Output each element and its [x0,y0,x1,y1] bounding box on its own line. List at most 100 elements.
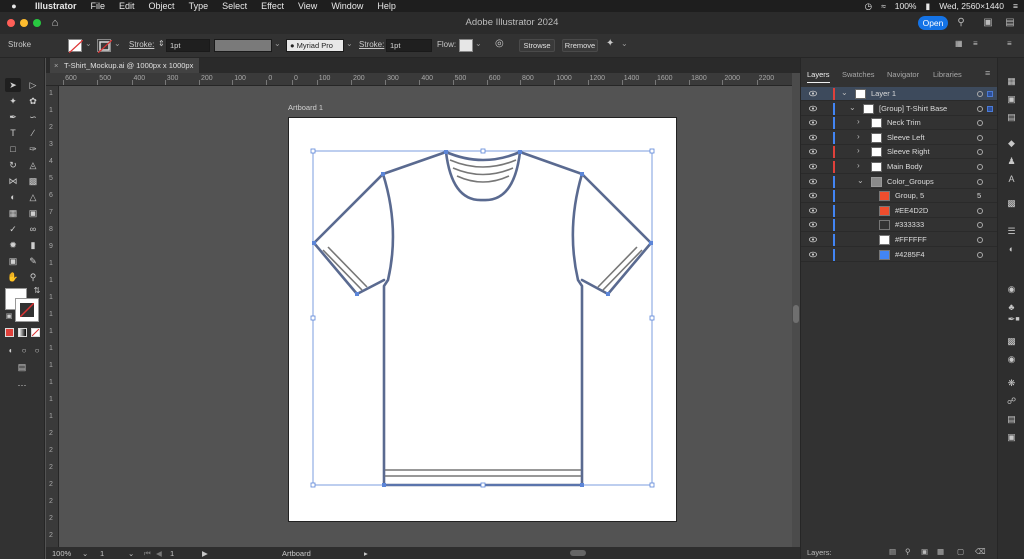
lasso-icon[interactable]: ✿ [25,94,41,108]
menu-file[interactable]: File [84,1,113,11]
prev-artboard-icon[interactable]: ◀ [156,549,162,558]
menu-object[interactable]: Object [142,1,182,11]
visibility-eye-icon[interactable] [809,178,817,185]
fill-swatch[interactable] [68,39,83,53]
menu-effect[interactable]: Effect [254,1,291,11]
menu-help[interactable]: Help [370,1,403,11]
puppet-warp-icon[interactable]: ✦ [606,38,614,49]
curvature-tool-icon[interactable]: ∽ [25,110,41,124]
stroke2-field[interactable]: 1pt [386,39,432,52]
artboard-number[interactable]: 1 [170,549,174,558]
perspective-grid-icon[interactable]: △ [25,190,41,204]
visibility-eye-icon[interactable] [809,134,817,141]
recolor-icon[interactable]: ◎ [495,38,504,49]
shape-builder-icon[interactable]: ◐ [5,190,21,204]
actions-icon[interactable]: ▣ [1006,432,1017,443]
layer-row[interactable]: › Neck Trim [801,116,998,131]
locate-object-icon[interactable]: ⚲ [905,547,911,556]
default-colors-icon[interactable]: ▣ [1,310,17,324]
direct-selection-tool-icon[interactable]: ▷ [25,78,41,92]
stroke-stepper-icon[interactable]: ⇕ [158,39,165,48]
rotate-tool-icon[interactable]: ↻ [5,158,21,172]
panel-menu-icon[interactable]: ≡ [1007,39,1012,48]
stroke-weight-label[interactable]: Stroke: [129,40,154,49]
selection-indicator-icon[interactable] [987,91,993,97]
menu-select[interactable]: Select [215,1,254,11]
layer-row[interactable]: Group, 5 5 [801,189,998,204]
type-tool-icon[interactable]: T [5,126,21,140]
screen-mode-icon[interactable]: ▤ [14,360,30,374]
menu-app-name[interactable]: Illustrator [28,1,84,11]
visibility-eye-icon[interactable] [809,236,817,243]
selection-indicator-icon[interactable] [987,105,993,112]
rremove-button[interactable]: Rremove [562,39,598,52]
next-artboard-icon[interactable]: ▶ [202,549,208,558]
chevron-right-icon[interactable]: › [857,117,860,126]
vertical-scrollbar[interactable] [792,73,800,547]
fill-dropdown-icon[interactable]: ⌄ [85,39,92,48]
pathfinder-icon[interactable]: ◉ [1006,354,1017,365]
gradient-tool-icon[interactable]: ▣ [25,206,41,220]
tab-swatches[interactable]: Swatches [842,67,875,82]
panel-menu-icon[interactable]: ≡ [985,68,990,78]
wifi-icon[interactable]: ≈ [881,1,886,11]
layer-row[interactable]: › Sleeve Left [801,131,998,145]
visibility-eye-icon[interactable] [809,207,817,214]
slice-tool-icon[interactable]: ✎ [25,254,41,268]
target-circle-icon[interactable] [977,178,983,185]
symbols-icon[interactable]: ♣ [1006,302,1017,313]
font-family-field[interactable]: ● Myriad Pro [286,39,344,52]
tab-libraries[interactable]: Libraries [933,67,962,82]
eyedropper-icon[interactable]: ✓ [5,222,21,236]
chevron-right-icon[interactable]: › [857,161,860,170]
target-circle-icon[interactable] [977,149,983,156]
target-circle-icon[interactable] [977,207,983,214]
draw-inside-icon[interactable]: ○ [29,344,45,358]
align-icon[interactable]: ≡ [973,39,978,48]
scrollbar-thumb[interactable] [793,305,799,323]
open-button[interactable]: Open [918,16,948,30]
target-circle-icon[interactable] [977,164,983,170]
layer-row[interactable]: › Main Body [801,160,998,174]
menu-view[interactable]: View [291,1,324,11]
scale-tool-icon[interactable]: ◬ [25,158,41,172]
menu-window[interactable]: Window [324,1,370,11]
visibility-eye-icon[interactable] [809,105,817,112]
pen-tool-icon[interactable]: ✒ [5,110,21,124]
share-icon[interactable]: ▤ [1003,16,1017,30]
puppet-icon[interactable]: ♟ [1006,156,1017,167]
target-circle-icon[interactable] [977,222,983,229]
visibility-eye-icon[interactable] [809,251,817,258]
stroke-swatch[interactable] [97,39,112,53]
document-tab[interactable]: × T-Shirt_Mockup.ai @ 1000px x 1000px [50,58,200,73]
layer-row[interactable]: ⌄ [Group] T-Shirt Base [801,102,998,116]
flow-swatch[interactable] [459,39,473,52]
chevron-down-icon[interactable]: ⌄ [849,103,856,112]
appearance-icon[interactable]: ◐ [1006,244,1017,255]
chevron-right-icon[interactable]: › [857,146,860,155]
rectangle-tool-icon[interactable]: □ [5,142,21,156]
visibility-eye-icon[interactable] [809,163,817,170]
artboard-name[interactable]: Artboard [282,549,311,558]
artboard[interactable] [288,117,677,522]
stroke-dropdown-icon[interactable]: ⌄ [114,39,121,48]
free-transform-icon[interactable]: ▩ [25,174,41,188]
horizontal-ruler[interactable]: 600 500 400 300 200 100 0 0 100 200 300 400 500 600 80… [46,73,792,86]
arrange-icon[interactable]: ▦ [955,39,963,48]
transform-icon[interactable]: ◆ [1006,138,1017,149]
tab-layers[interactable]: Layers [807,67,830,83]
gradient-mode-icon[interactable] [18,328,27,337]
symbol-sprayer-icon[interactable]: ✹ [5,238,21,252]
font-dropdown-icon[interactable]: ⌄ [346,39,353,48]
visibility-eye-icon[interactable] [809,119,817,126]
artboard-tool-icon[interactable]: ▣ [5,254,21,268]
layers-stack-icon[interactable]: ☰ [1006,226,1017,237]
stroke2-label[interactable]: Stroke: [359,40,384,49]
workspace-icon[interactable]: ▣ [981,16,995,30]
zoom-dropdown-icon[interactable]: ⌄ [82,549,88,558]
new-layer-icon[interactable]: ▢ [957,547,964,556]
visibility-eye-icon[interactable] [809,90,817,97]
none-mode-icon[interactable] [31,328,40,337]
status-menu-icon[interactable]: ▸ [364,549,368,558]
character-icon[interactable]: A [1006,174,1017,185]
